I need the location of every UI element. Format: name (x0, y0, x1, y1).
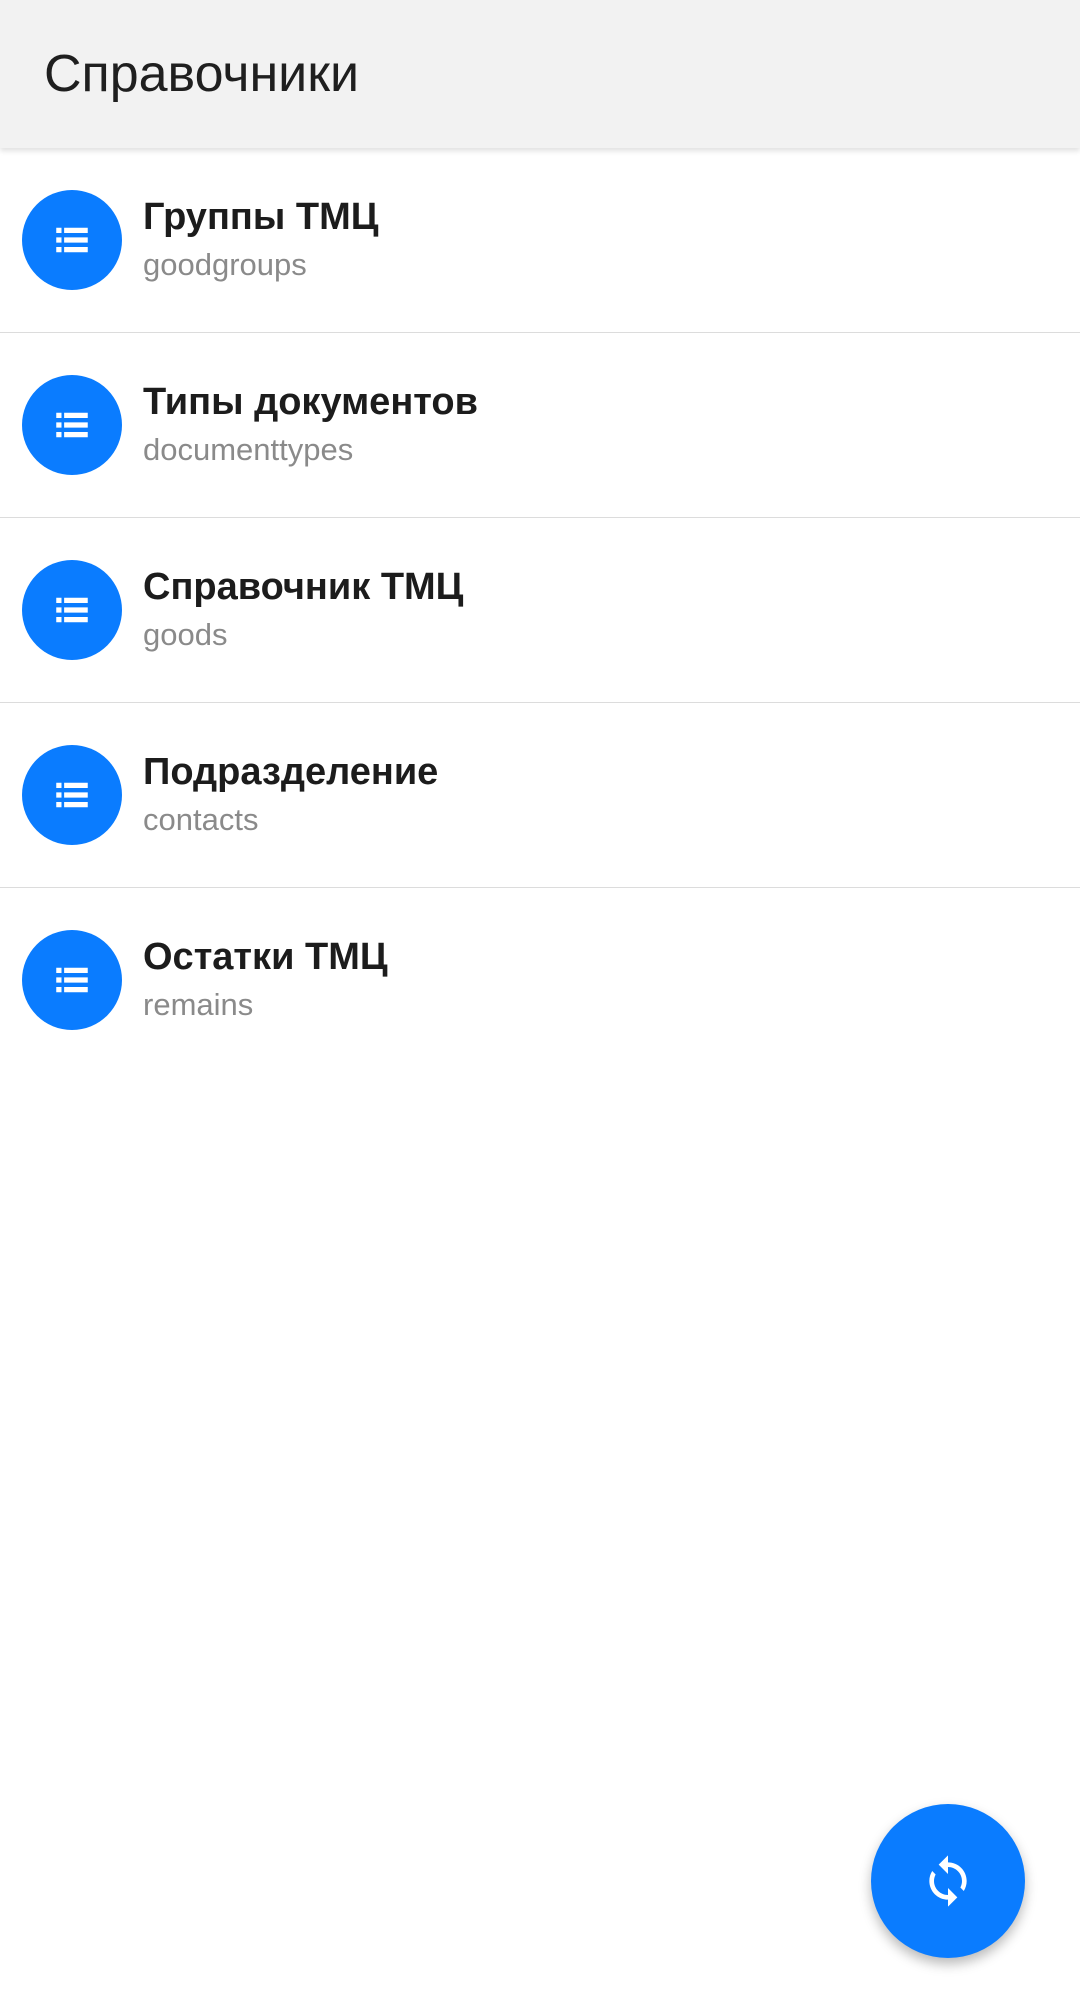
item-subtitle: goods (143, 617, 228, 652)
list-icon (51, 589, 93, 631)
item-title: Подразделение (143, 751, 439, 793)
list-icon (51, 219, 93, 261)
item-title: Группы ТМЦ (143, 196, 379, 238)
list-icon (51, 774, 93, 816)
item-title: Справочник ТМЦ (143, 566, 464, 608)
list-icon (51, 959, 93, 1001)
item-subtitle: documenttypes (143, 432, 354, 467)
item-title: Остатки ТМЦ (143, 936, 388, 978)
item-subtitle: contacts (143, 802, 259, 837)
list-item[interactable]: Группы ТМЦ goodgroups (0, 148, 1080, 333)
list-item[interactable]: Подразделение contacts (0, 703, 1080, 888)
item-avatar (22, 190, 122, 290)
catalog-list: Группы ТМЦ goodgroups Типы документов do… (0, 148, 1080, 1073)
item-avatar (22, 930, 122, 1030)
sync-icon (920, 1853, 976, 1909)
app-screen: Справочники Группы ТМЦ goodgroups Типы д… (0, 0, 1080, 2004)
item-subtitle: goodgroups (143, 247, 307, 282)
app-bar: Справочники (0, 0, 1080, 148)
item-avatar (22, 375, 122, 475)
list-item[interactable]: Справочник ТМЦ goods (0, 518, 1080, 703)
item-avatar (22, 560, 122, 660)
sync-button[interactable] (871, 1804, 1025, 1958)
item-subtitle: remains (143, 987, 254, 1022)
item-title: Типы документов (143, 381, 478, 423)
page-title: Справочники (44, 45, 360, 103)
item-avatar (22, 745, 122, 845)
list-item[interactable]: Остатки ТМЦ remains (0, 888, 1080, 1073)
list-icon (51, 404, 93, 446)
list-item[interactable]: Типы документов documenttypes (0, 333, 1080, 518)
